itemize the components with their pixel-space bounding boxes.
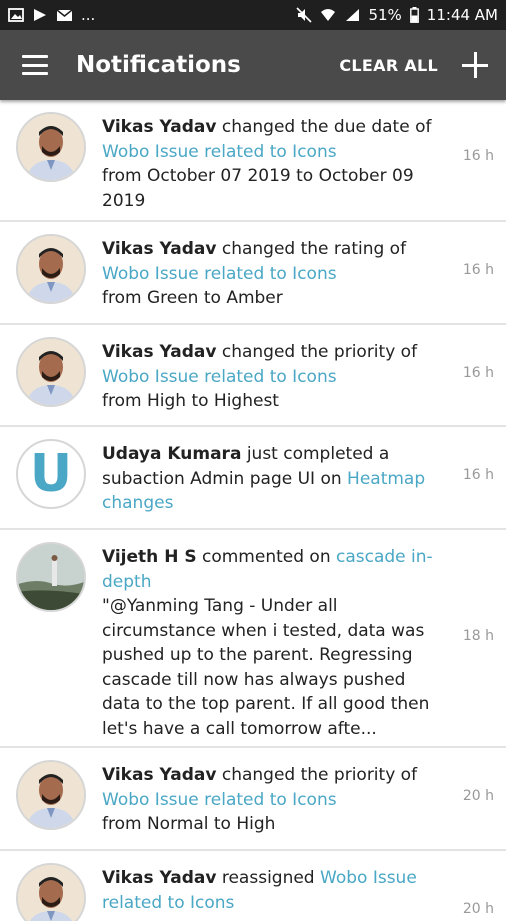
avatar — [16, 760, 86, 830]
notification-text: Vijeth H S commented on cascade in-depth… — [102, 542, 446, 741]
status-right: 51% 11:44 AM — [296, 6, 498, 24]
action-text: changed the due date of — [216, 117, 432, 137]
timestamp: 18 h — [462, 628, 494, 644]
notification-text: Vikas Yadav reassigned Wobo Issue relate… — [102, 863, 446, 915]
play-icon — [32, 8, 48, 22]
notification-item[interactable]: U Udaya Kumara just completed a subactio… — [0, 427, 506, 530]
notification-item[interactable]: Vikas Yadav reassigned Wobo Issue relate… — [0, 851, 506, 921]
notification-list[interactable]: Vikas Yadav changed the due date of Wobo… — [0, 100, 506, 921]
detail-text: from October 07 2019 to October 09 2019 — [102, 166, 414, 211]
issue-link[interactable]: Wobo Issue related to Icons — [102, 142, 337, 162]
timestamp: 20 h — [462, 788, 494, 804]
user-name: Vikas Yadav — [102, 117, 217, 137]
user-name: Vikas Yadav — [102, 342, 217, 362]
timestamp: 16 h — [462, 262, 494, 278]
notification-item[interactable]: Vikas Yadav changed the priority of Wobo… — [0, 325, 506, 427]
battery-percent: 51% — [368, 6, 402, 24]
detail-text: from Green to Amber — [102, 288, 283, 308]
avatar — [16, 337, 86, 407]
notification-item[interactable]: Vikas Yadav changed the due date of Wobo… — [0, 100, 506, 222]
action-text: commented on — [196, 547, 336, 567]
user-name: Vikas Yadav — [102, 765, 217, 785]
action-text: changed the priority of — [216, 342, 418, 362]
image-icon — [8, 8, 24, 22]
notification-text: Vikas Yadav changed the priority of Wobo… — [102, 337, 446, 414]
notification-item[interactable]: Vikas Yadav changed the rating of Wobo I… — [0, 222, 506, 325]
wifi-icon — [320, 8, 336, 22]
timestamp: 16 h — [462, 467, 494, 483]
avatar — [16, 234, 86, 304]
app-bar: Notifications CLEAR ALL — [0, 30, 506, 100]
battery-icon — [409, 7, 419, 23]
user-name: Vikas Yadav — [102, 239, 217, 259]
clock: 11:44 AM — [426, 6, 498, 24]
notification-item[interactable]: Vikas Yadav changed the priority of Wobo… — [0, 748, 506, 851]
user-name: Udaya Kumara — [102, 444, 242, 464]
notification-text: Udaya Kumara just completed a subaction … — [102, 439, 446, 516]
page-title: Notifications — [76, 52, 241, 78]
status-left: ... — [8, 6, 95, 24]
avatar: U — [16, 439, 86, 509]
menu-icon[interactable] — [22, 55, 48, 75]
avatar — [16, 542, 86, 612]
timestamp: 20 h — [462, 901, 494, 917]
issue-link[interactable]: Wobo Issue related to Icons — [102, 790, 337, 810]
notification-item[interactable]: Vijeth H S commented on cascade in-depth… — [0, 530, 506, 748]
timestamp: 16 h — [462, 148, 494, 164]
more-indicator: ... — [81, 6, 96, 24]
action-text: reassigned — [216, 868, 321, 888]
avatar — [16, 863, 86, 921]
action-text: changed the priority of — [216, 765, 418, 785]
notification-text: Vikas Yadav changed the due date of Wobo… — [102, 112, 446, 213]
detail-text: from Normal to High — [102, 814, 276, 834]
avatar — [16, 112, 86, 182]
comment-text: "@Yanming Tang - Under all circumstance … — [102, 596, 430, 739]
status-bar: ... 51% 11:44 AM — [0, 0, 506, 30]
issue-link[interactable]: Wobo Issue related to Icons — [102, 264, 337, 284]
issue-link[interactable]: Wobo Issue related to Icons — [102, 367, 337, 387]
signal-icon — [344, 8, 360, 22]
timestamp: 16 h — [462, 365, 494, 381]
detail-text: from High to Highest — [102, 391, 279, 411]
avatar-letter: U — [29, 444, 73, 504]
action-text: changed the rating of — [216, 239, 407, 259]
notification-text: Vikas Yadav changed the rating of Wobo I… — [102, 234, 446, 311]
mail-icon — [56, 8, 73, 22]
mute-icon — [296, 7, 313, 23]
notification-text: Vikas Yadav changed the priority of Wobo… — [102, 760, 446, 837]
user-name: Vijeth H S — [102, 547, 197, 567]
user-name: Vikas Yadav — [102, 868, 217, 888]
add-icon[interactable] — [460, 50, 490, 80]
clear-all-button[interactable]: CLEAR ALL — [339, 56, 438, 75]
